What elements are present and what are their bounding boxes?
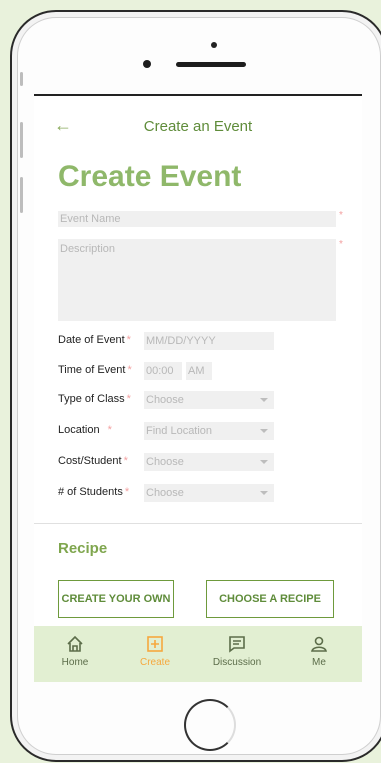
time-label: Time of Event *	[58, 364, 132, 376]
location-label-text: Location	[58, 424, 100, 436]
class-type-label-text: Type of Class	[58, 393, 125, 405]
location-select[interactable]: Find Location	[144, 422, 274, 440]
chevron-down-icon	[260, 491, 268, 495]
tab-me[interactable]: Me	[284, 634, 354, 668]
mute-switch	[20, 72, 23, 86]
required-mark: *	[123, 455, 128, 467]
required-mark: *	[107, 424, 112, 436]
class-type-value: Choose	[146, 394, 184, 406]
class-type-select[interactable]: Choose	[144, 391, 274, 409]
front-camera	[143, 60, 151, 68]
date-input[interactable]: MM/DD/YYYY	[144, 332, 274, 350]
students-label: # of Students *	[58, 486, 129, 498]
camera-dot	[211, 42, 217, 48]
event-name-input[interactable]: Event Name	[58, 211, 336, 227]
required-mark: *	[126, 393, 131, 405]
class-type-label: Type of Class *	[58, 393, 131, 405]
required-mark: *	[124, 486, 130, 498]
chat-icon	[229, 636, 245, 653]
date-label-text: Date of Event	[58, 334, 125, 346]
students-label-text: # of Students	[58, 486, 123, 498]
tab-me-label: Me	[312, 657, 326, 668]
cost-label: Cost/Student *	[58, 455, 128, 467]
tab-home[interactable]: Home	[40, 634, 110, 668]
create-own-recipe-button[interactable]: CREATE YOUR OWN	[58, 580, 174, 618]
location-label: Location *	[58, 424, 112, 436]
time-label-text: Time of Event	[58, 364, 126, 376]
students-select[interactable]: Choose	[144, 484, 274, 502]
home-icon	[67, 635, 83, 652]
ampm-select[interactable]: AM	[186, 362, 212, 380]
tab-create-label: Create	[139, 657, 170, 668]
tab-create[interactable]: Create	[120, 634, 190, 668]
tab-home-label: Home	[61, 657, 89, 668]
chevron-down-icon	[260, 398, 268, 402]
recipe-heading: Recipe	[58, 540, 108, 557]
chevron-down-icon	[260, 460, 268, 464]
date-label: Date of Event *	[58, 334, 131, 346]
speaker-grille	[176, 62, 246, 67]
header-title: Create an Event	[143, 118, 253, 135]
location-value: Find Location	[146, 425, 213, 437]
user-icon	[311, 636, 327, 652]
volume-up-button	[20, 122, 23, 158]
plus-square-icon	[147, 636, 163, 652]
app-screen: ← Create an Event Create Event Event Nam…	[34, 94, 362, 682]
top-bar: ← Create an Event	[34, 96, 362, 156]
choose-recipe-button[interactable]: CHOOSE A RECIPE	[206, 580, 334, 618]
page-title: Create Event	[58, 160, 242, 193]
required-mark: *	[339, 239, 343, 250]
required-mark: *	[126, 334, 131, 346]
tab-discussion-label: Discussion	[212, 657, 262, 668]
tab-discussion[interactable]: Discussion	[202, 634, 272, 668]
cost-value: Choose	[146, 456, 184, 468]
cost-select[interactable]: Choose	[144, 453, 274, 471]
students-value: Choose	[146, 487, 184, 499]
volume-down-button	[20, 177, 23, 213]
home-button[interactable]	[184, 699, 236, 751]
divider	[34, 523, 362, 524]
bottom-tab-bar: Home Create Discussion Me	[34, 626, 362, 682]
description-input[interactable]: Description	[58, 239, 336, 321]
chevron-down-icon	[260, 429, 268, 433]
required-mark: *	[127, 364, 132, 376]
required-mark: *	[339, 210, 343, 221]
cost-label-text: Cost/Student	[58, 455, 122, 467]
time-input[interactable]: 00:00	[144, 362, 182, 380]
